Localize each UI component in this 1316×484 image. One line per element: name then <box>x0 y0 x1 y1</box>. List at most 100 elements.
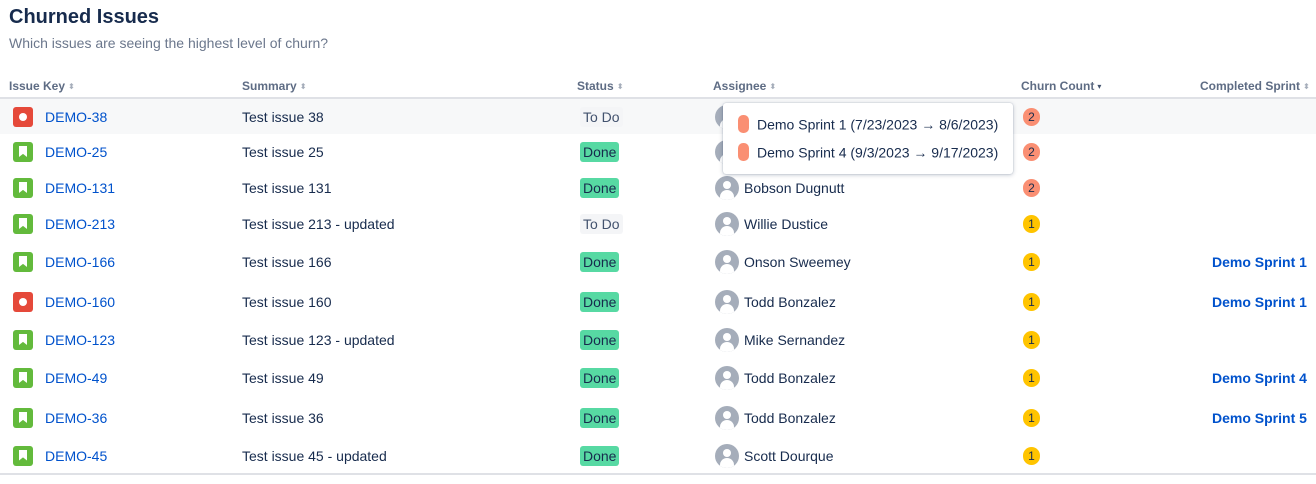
churn-marker-icon <box>738 115 749 134</box>
churn-count-cell: 1 <box>1021 282 1200 322</box>
issue-key-link[interactable]: DEMO-49 <box>45 370 107 386</box>
sort-icon: ⬍ <box>616 81 624 91</box>
completed-sprint-cell <box>1200 134 1316 170</box>
table-row[interactable]: DEMO-160 Test issue 160 Done Todd Bonzalez 1… <box>0 282 1316 322</box>
status-badge: Done <box>580 330 620 350</box>
table-row[interactable]: DEMO-38 Test issue 38 To Do 2 <box>0 98 1316 134</box>
table-row[interactable]: DEMO-213 Test issue 213 - updated To Do Wil… <box>0 206 1316 242</box>
completed-sprint-link[interactable]: Demo Sprint 1 <box>1212 294 1307 310</box>
churn-count-badge[interactable]: 2 <box>1023 107 1040 126</box>
sort-icon: ⬍ <box>68 81 75 91</box>
churn-count-badge[interactable]: 1 <box>1023 331 1040 349</box>
completed-sprint-cell <box>1200 98 1316 134</box>
tooltip-item: Demo Sprint 1 (7/23/2023 → 8/6/2023) <box>738 115 998 134</box>
issue-summary: Test issue 166 <box>242 254 332 270</box>
issue-key-link[interactable]: DEMO-160 <box>45 294 115 310</box>
issue-key-link[interactable]: DEMO-166 <box>45 254 115 270</box>
summary-cell: Test issue 25 <box>242 134 577 170</box>
assignee-name: Willie Dustice <box>744 216 829 232</box>
status-badge: Done <box>580 292 620 312</box>
assignee-name: Mike Sernandez <box>744 332 846 348</box>
sprint-churn-tooltip: Demo Sprint 1 (7/23/2023 → 8/6/2023) Dem… <box>723 103 1013 174</box>
churned-issues-table: Issue Key ⬍ Summary ⬍ Status ⬍ Assignee ⬍ Ch… <box>0 74 1316 475</box>
churn-count-badge[interactable]: 2 <box>1023 143 1040 161</box>
assignee-name: Onson Sweemey <box>744 254 851 270</box>
issue-key-cell: DEMO-25 <box>0 134 242 170</box>
churn-count-badge[interactable]: 1 <box>1023 293 1040 311</box>
churn-count-badge[interactable]: 1 <box>1023 253 1040 271</box>
user-avatar-icon <box>715 406 739 430</box>
column-header-status[interactable]: Status ⬍ <box>577 74 713 99</box>
table-row[interactable]: DEMO-45 Test issue 45 - updated Done Scott … <box>0 438 1316 475</box>
user-avatar-icon <box>715 443 739 468</box>
issue-summary: Test issue 25 <box>242 144 324 160</box>
column-header-completed-sprint[interactable]: Completed Sprint ⬍ <box>1200 74 1316 99</box>
assignee-cell: Willie Dustice <box>713 206 1021 242</box>
completed-sprint-cell: Demo Sprint 1 <box>1200 242 1316 282</box>
summary-cell: Test issue 131 <box>242 170 577 206</box>
churn-count-badge[interactable]: 1 <box>1023 409 1040 427</box>
issue-summary: Test issue 38 <box>242 108 324 125</box>
completed-sprint-link[interactable]: Demo Sprint 1 <box>1212 254 1307 270</box>
column-header-churn-count[interactable]: Churn Count ▾ <box>1021 74 1200 99</box>
assignee-cell: Bobson Dugnutt <box>713 170 1021 206</box>
issue-key-link[interactable]: DEMO-25 <box>45 144 107 160</box>
story-icon <box>13 368 33 388</box>
user-avatar-icon <box>715 366 739 390</box>
table-row[interactable]: DEMO-131 Test issue 131 Done Bobson Dugnutt… <box>0 170 1316 206</box>
assignee-name: Bobson Dugnutt <box>744 180 845 196</box>
issue-key-link[interactable]: DEMO-213 <box>45 216 115 232</box>
column-header-issue-key[interactable]: Issue Key ⬍ <box>0 74 242 99</box>
churn-count-badge[interactable]: 1 <box>1023 446 1040 465</box>
user-avatar-icon <box>715 250 739 274</box>
summary-cell: Test issue 160 <box>242 282 577 322</box>
issue-key-link[interactable]: DEMO-38 <box>45 109 107 125</box>
issue-summary: Test issue 49 <box>242 370 324 386</box>
table-row[interactable]: DEMO-49 Test issue 49 Done Todd Bonzalez 1 De… <box>0 358 1316 398</box>
churn-marker-icon <box>738 143 749 162</box>
column-header-assignee[interactable]: Assignee ⬍ <box>713 74 1021 99</box>
summary-cell: Test issue 123 - updated <box>242 322 577 358</box>
status-cell: Done <box>577 242 713 282</box>
completed-sprint-cell: Demo Sprint 5 <box>1200 398 1316 438</box>
status-cell: To Do <box>577 206 713 242</box>
issue-summary: Test issue 45 - updated <box>242 447 387 464</box>
completed-sprint-link[interactable]: Demo Sprint 5 <box>1212 410 1307 426</box>
churn-count-badge[interactable]: 1 <box>1023 215 1040 233</box>
churn-count-badge[interactable]: 2 <box>1023 179 1040 197</box>
table-row[interactable]: DEMO-36 Test issue 36 Done Todd Bonzalez 1 De… <box>0 398 1316 438</box>
assignee-name: Scott Dourque <box>744 447 834 464</box>
churn-count-badge[interactable]: 1 <box>1023 369 1040 387</box>
issue-summary: Test issue 123 - updated <box>242 332 395 348</box>
table-row[interactable]: DEMO-25 Test issue 25 Done 2 <box>0 134 1316 170</box>
summary-cell: Test issue 166 <box>242 242 577 282</box>
sort-icon: ⬍ <box>299 81 307 91</box>
column-header-summary[interactable]: Summary ⬍ <box>242 74 577 99</box>
status-cell: Done <box>577 134 713 170</box>
issue-key-link[interactable]: DEMO-131 <box>45 180 115 196</box>
issue-key-link[interactable]: DEMO-36 <box>45 410 107 426</box>
user-avatar-icon <box>715 290 739 314</box>
issue-key-cell: DEMO-213 <box>0 206 242 242</box>
summary-cell: Test issue 45 - updated <box>242 438 577 475</box>
table-row[interactable]: DEMO-123 Test issue 123 - updated Done Mike… <box>0 322 1316 358</box>
user-avatar-icon <box>715 212 739 236</box>
assignee-cell: Todd Bonzalez <box>713 282 1021 322</box>
bug-icon <box>13 106 33 127</box>
status-cell: Done <box>577 170 713 206</box>
story-icon <box>13 330 33 350</box>
story-icon <box>13 142 33 162</box>
status-cell: Done <box>577 282 713 322</box>
assignee-cell: Onson Sweemey <box>713 242 1021 282</box>
assignee-cell: Todd Bonzalez <box>713 358 1021 398</box>
issue-key-cell: DEMO-49 <box>0 358 242 398</box>
status-cell: To Do <box>577 98 713 134</box>
issue-key-cell: DEMO-166 <box>0 242 242 282</box>
issue-key-link[interactable]: DEMO-45 <box>45 448 107 464</box>
churn-count-cell: 1 <box>1021 322 1200 358</box>
issue-key-cell: DEMO-123 <box>0 322 242 358</box>
completed-sprint-link[interactable]: Demo Sprint 4 <box>1212 370 1307 386</box>
table-row[interactable]: DEMO-166 Test issue 166 Done Onson Sweemey 1… <box>0 242 1316 282</box>
story-icon <box>13 214 33 234</box>
issue-key-link[interactable]: DEMO-123 <box>45 332 115 348</box>
